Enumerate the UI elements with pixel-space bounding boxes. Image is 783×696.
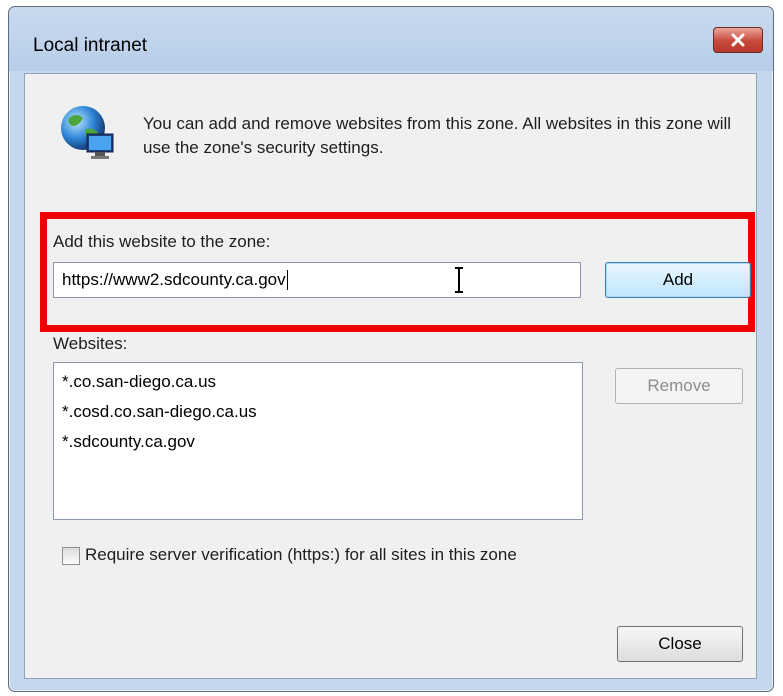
window-close-button[interactable] bbox=[713, 27, 763, 53]
websites-label: Websites: bbox=[53, 334, 128, 353]
website-url-value: https://www2.sdcounty.ca.gov bbox=[62, 270, 286, 289]
text-caret bbox=[286, 270, 288, 290]
globe-computer-icon bbox=[61, 106, 114, 159]
list-item[interactable]: *.co.san-diego.ca.us bbox=[54, 367, 582, 397]
add-button[interactable]: Add bbox=[605, 262, 751, 298]
close-button[interactable]: Close bbox=[617, 626, 743, 662]
require-https-label: Require server verification (https:) for… bbox=[85, 545, 517, 564]
websites-list[interactable]: *.co.san-diego.ca.us *.cosd.co.san-diego… bbox=[53, 362, 583, 520]
window-title: Local intranet bbox=[33, 35, 148, 56]
text-cursor-icon bbox=[455, 267, 463, 293]
dialog-window: Local intranet You can add and remove we… bbox=[8, 6, 774, 692]
website-url-input[interactable]: https://www2.sdcounty.ca.gov bbox=[53, 262, 581, 298]
list-item[interactable]: *.sdcounty.ca.gov bbox=[54, 427, 582, 457]
close-icon bbox=[731, 33, 745, 47]
intro-text: You can add and remove websites from thi… bbox=[143, 114, 732, 157]
require-https-checkbox[interactable] bbox=[62, 547, 80, 565]
list-item[interactable]: *.cosd.co.san-diego.ca.us bbox=[54, 397, 582, 427]
remove-button[interactable]: Remove bbox=[615, 368, 743, 404]
add-website-label: Add this website to the zone: bbox=[53, 232, 271, 251]
title-bar[interactable]: Local intranet bbox=[9, 7, 773, 71]
dialog-content: You can add and remove websites from thi… bbox=[24, 73, 757, 679]
